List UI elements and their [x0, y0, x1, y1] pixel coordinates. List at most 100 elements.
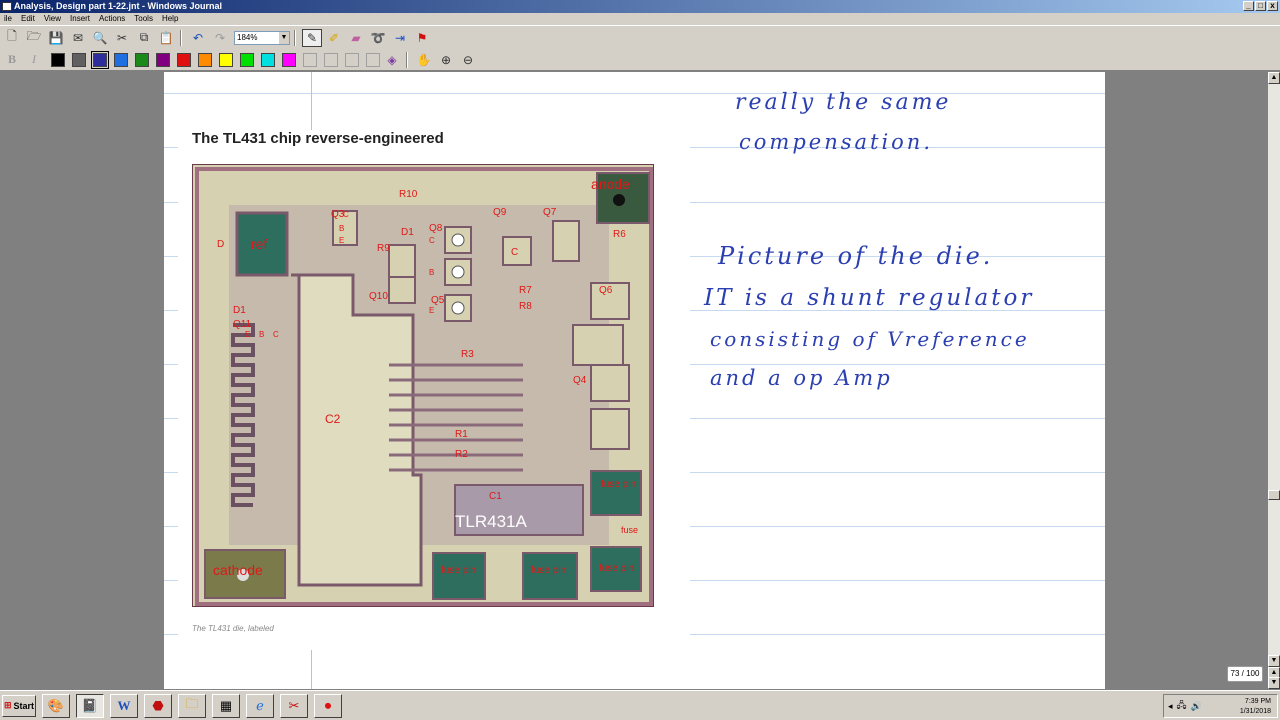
thickness-4[interactable]	[366, 52, 380, 67]
flag-icon[interactable]: ⚑	[412, 29, 432, 47]
tray-arrow-icon[interactable]: ◂	[1168, 701, 1173, 712]
windows-logo-icon: ⊞	[3, 700, 12, 710]
open-icon[interactable]: 🗁	[24, 29, 44, 47]
color-gray[interactable]	[72, 52, 86, 67]
journal-app-icon[interactable]	[2, 2, 12, 11]
color-lime[interactable]	[240, 52, 254, 67]
italic-icon[interactable]: I	[24, 51, 44, 69]
label-q11: Q11	[233, 319, 252, 330]
snipping-tool-icon[interactable]: ✂	[280, 693, 308, 718]
volume-icon[interactable]: 🔊	[1191, 701, 1202, 712]
minimize-button[interactable]: _	[1243, 1, 1254, 11]
label-q4: Q4	[573, 375, 587, 386]
word-app-icon[interactable]: W	[110, 693, 138, 718]
ink-line-6[interactable]: and a op Amp	[710, 366, 893, 390]
recorder-app-icon[interactable]: ⏺	[314, 693, 342, 718]
label-q3-c: C	[343, 210, 349, 219]
label-anode: anode	[591, 176, 630, 192]
label-cathode: cathode	[213, 562, 263, 578]
clip-caption: The TL431 die, labeled	[192, 624, 274, 633]
ink-line-5[interactable]: consisting of Vreference	[710, 327, 1030, 351]
label-fuse: fuse	[621, 525, 638, 535]
maximize-button[interactable]: □	[1255, 1, 1266, 11]
inserted-web-clip[interactable]: The TL431 chip reverse-engineered anode …	[178, 130, 690, 650]
highlighter-icon[interactable]: ✐	[324, 29, 344, 47]
taskbar: ⊞ Start 🎨 📓 W ⬣ 🗀 ▦ ℯ ✂ ⏺ ◂ 🖧 🔊 7:39 PM …	[0, 690, 1280, 720]
undo-icon[interactable]: ↶	[188, 29, 208, 47]
color-orange[interactable]	[198, 52, 212, 67]
ink-line-1[interactable]: really the same	[735, 90, 951, 115]
clock[interactable]: 7:39 PM 1/31/2018	[1240, 697, 1271, 717]
color-yellow[interactable]	[219, 52, 233, 67]
color-black[interactable]	[51, 52, 65, 67]
pen-icon[interactable]: ✎	[302, 28, 322, 47]
paint-app-icon[interactable]: 🎨	[42, 693, 70, 718]
color-dark-blue[interactable]	[91, 50, 109, 69]
thickness-1[interactable]	[303, 52, 317, 67]
color-purple[interactable]	[156, 52, 170, 67]
network-icon[interactable]: 🖧	[1177, 698, 1187, 714]
label-q3-e: E	[339, 236, 344, 245]
bold-icon[interactable]: B	[2, 51, 22, 69]
close-button[interactable]: x	[1267, 1, 1278, 11]
zoom-in-icon[interactable]: ⊕	[436, 51, 456, 69]
vertical-scrollbar[interactable]: ▲ ▼ ▲ ▼	[1268, 72, 1280, 689]
tl431-die-image: anode R10 Q3 C B E Q9 Q7 D ref R9 D1 Q8 …	[192, 164, 654, 607]
label-q8-c: C	[429, 236, 435, 245]
note-page[interactable]: The TL431 chip reverse-engineered anode …	[164, 72, 1105, 689]
calculator-app-icon[interactable]: ▦	[212, 693, 240, 718]
folder-app-icon[interactable]: 🗀	[178, 693, 206, 718]
label-q10: Q10	[369, 291, 388, 302]
ink-line-3[interactable]: Picture of the die.	[718, 242, 993, 270]
menu-insert[interactable]: Insert	[66, 13, 95, 25]
zoom-out-icon[interactable]: ⊖	[458, 51, 478, 69]
hand-icon[interactable]: ✋	[414, 51, 434, 69]
label-c2: C2	[325, 412, 341, 426]
paste-icon[interactable]: 📋	[156, 29, 176, 47]
label-d1-top: D1	[401, 227, 414, 238]
thickness-3[interactable]	[345, 52, 359, 67]
journal-taskbar-icon[interactable]: 📓	[76, 693, 104, 718]
ink-line-4[interactable]: IT is a shunt regulator	[704, 285, 1034, 311]
cut-icon[interactable]: ✂	[112, 29, 132, 47]
eraser-icon[interactable]: ▰	[346, 29, 366, 47]
redo-icon[interactable]: ↷	[210, 29, 230, 47]
label-r1: R1	[455, 429, 468, 440]
save-icon[interactable]: 💾	[46, 29, 66, 47]
menu-file[interactable]: ile	[0, 13, 17, 25]
label-c: C	[511, 247, 518, 258]
thickness-2[interactable]	[324, 52, 338, 67]
menu-view[interactable]: View	[40, 13, 66, 25]
color-magenta[interactable]	[282, 52, 296, 67]
zoom-select[interactable]: 184% ▼	[234, 30, 290, 45]
lasso-icon[interactable]: ➰	[368, 29, 388, 47]
page-down-icon[interactable]: ▼	[1268, 677, 1280, 689]
scroll-up-icon[interactable]: ▲	[1268, 72, 1280, 84]
label-d1: D1	[233, 305, 246, 316]
acrobat-app-icon[interactable]: ⬣	[144, 693, 172, 718]
new-note-icon[interactable]: 🗋	[2, 29, 22, 47]
menu-help[interactable]: Help	[158, 13, 183, 25]
scroll-thumb[interactable]	[1268, 490, 1280, 500]
copy-icon[interactable]: ⧉	[134, 29, 154, 47]
label-r3: R3	[461, 349, 474, 360]
label-q7: Q7	[543, 207, 557, 218]
scroll-down-icon[interactable]: ▼	[1268, 655, 1280, 667]
send-icon[interactable]: ✉	[68, 29, 88, 47]
chevron-down-icon[interactable]: ▼	[279, 31, 289, 44]
menu-tools[interactable]: Tools	[130, 13, 158, 25]
label-q6: Q6	[599, 285, 613, 296]
color-blue[interactable]	[114, 52, 128, 67]
color-red[interactable]	[177, 52, 191, 67]
ink-line-2[interactable]: compensation.	[739, 130, 933, 154]
find-icon[interactable]: 🔍	[90, 29, 110, 47]
start-button[interactable]: ⊞ Start	[2, 694, 36, 717]
insert-space-icon[interactable]: ⇥	[390, 29, 410, 47]
color-green[interactable]	[135, 52, 149, 67]
menu-actions[interactable]: Actions	[95, 13, 130, 25]
pen-settings-icon[interactable]: ◈	[382, 51, 402, 69]
internet-explorer-icon[interactable]: ℯ	[246, 693, 274, 718]
label-q11-b: B	[259, 330, 264, 339]
menu-edit[interactable]: Edit	[17, 13, 40, 25]
color-cyan[interactable]	[261, 52, 275, 67]
